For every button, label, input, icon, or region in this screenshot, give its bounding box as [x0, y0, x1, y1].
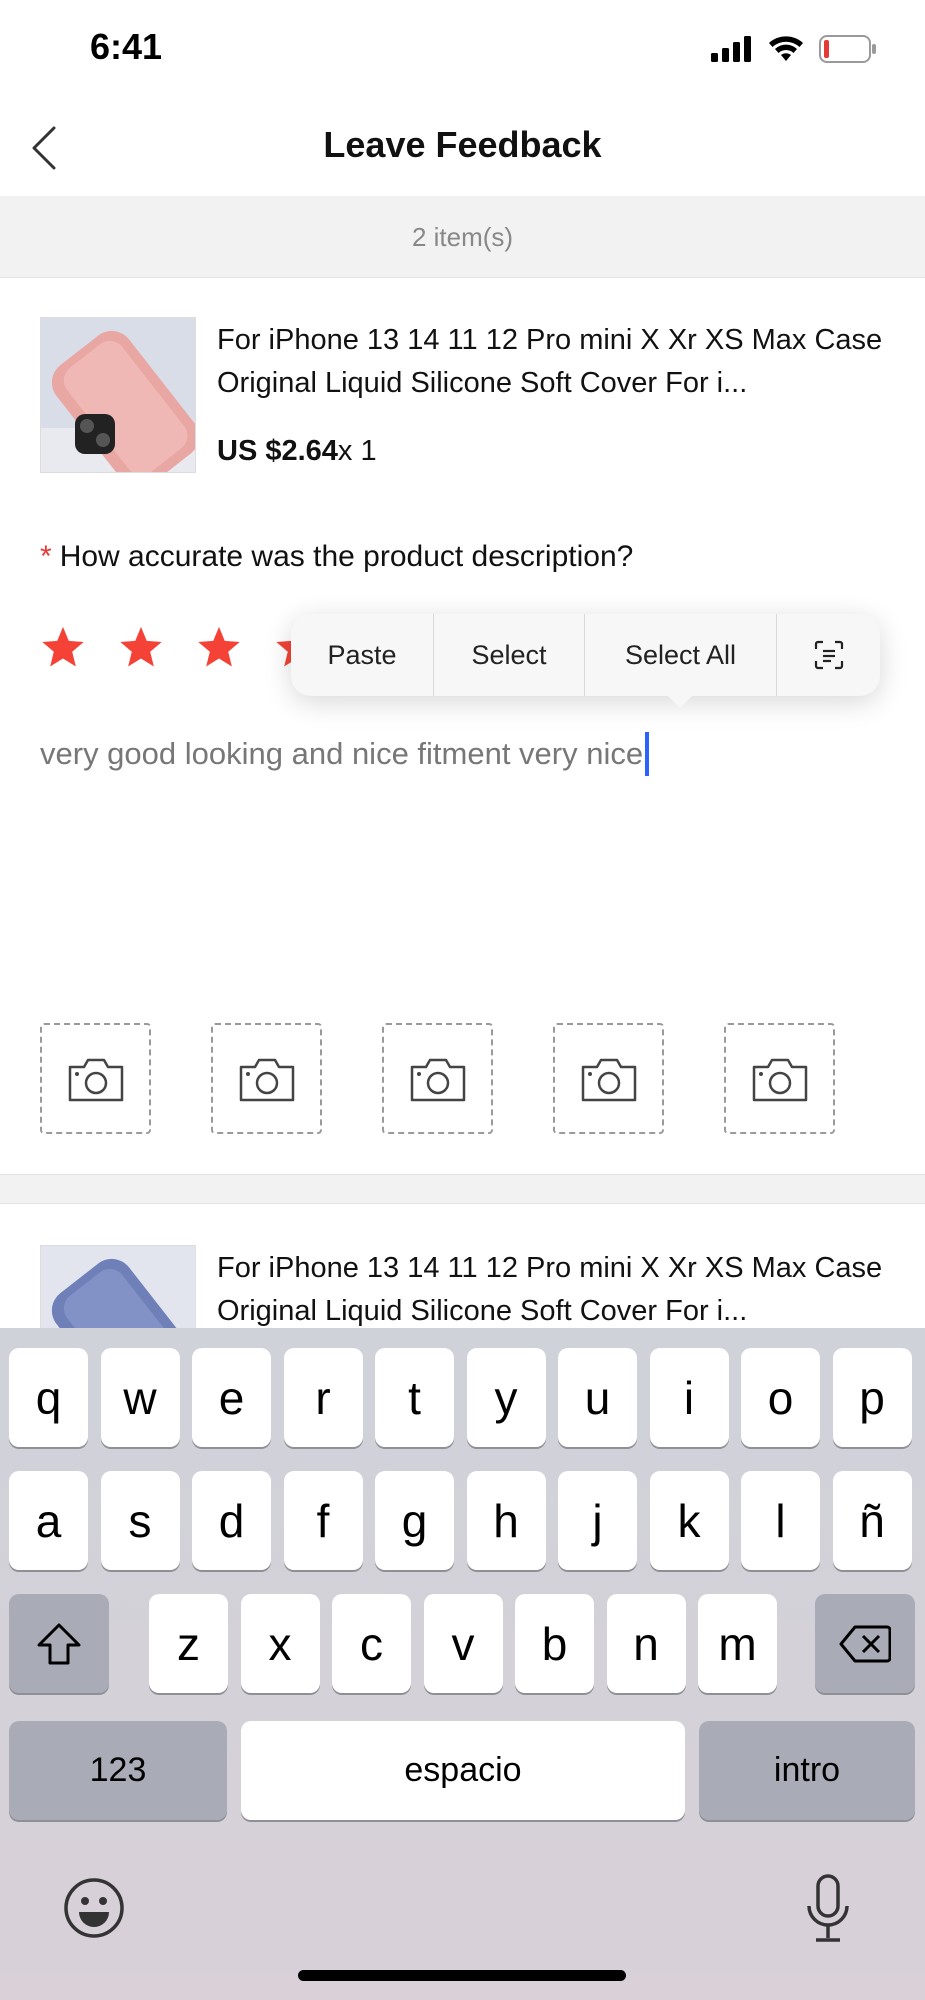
product-price: US $2.64: [217, 435, 338, 467]
context-menu-arrow: [666, 694, 694, 708]
key-v[interactable]: v: [423, 1594, 503, 1693]
add-photo-button[interactable]: [40, 1023, 151, 1134]
select-all-menu-item[interactable]: Select All: [585, 614, 777, 696]
key-n[interactable]: n: [606, 1594, 686, 1693]
key-ñ[interactable]: ñ: [832, 1471, 912, 1570]
text-context-menu: Paste Select Select All: [291, 614, 880, 696]
key-b[interactable]: b: [515, 1594, 594, 1693]
emoji-icon: [64, 1878, 124, 1938]
add-photo-button[interactable]: [211, 1023, 322, 1134]
review-input[interactable]: very good looking and nice fitment very …: [40, 732, 650, 776]
key-k[interactable]: k: [649, 1471, 729, 1570]
product-image: [40, 317, 196, 473]
product-item[interactable]: For iPhone 13 14 11 12 Pro mini X Xr XS …: [40, 317, 885, 477]
emoji-button[interactable]: [62, 1876, 126, 1940]
key-a[interactable]: a: [9, 1471, 88, 1570]
microphone-icon: [807, 1874, 849, 1942]
status-icons: [711, 34, 877, 64]
wifi-icon: [769, 36, 803, 61]
key-g[interactable]: g: [375, 1471, 454, 1570]
battery-icon: [819, 35, 876, 63]
navigation-bar: Leave Feedback: [0, 100, 925, 196]
question-text: How accurate was the product description…: [59, 540, 634, 573]
key-r[interactable]: r: [283, 1348, 363, 1447]
key-q[interactable]: q: [9, 1348, 88, 1447]
key-i[interactable]: i: [649, 1348, 729, 1447]
shift-arrow-icon: [37, 1623, 81, 1664]
home-indicator: [298, 1970, 626, 1981]
product-quantity: x 1: [337, 435, 377, 467]
product-price-line: US $2.64x 1: [217, 435, 377, 468]
return-key[interactable]: intro: [699, 1721, 915, 1820]
key-c[interactable]: c: [332, 1594, 411, 1693]
add-photo-button[interactable]: [382, 1023, 493, 1134]
status-bar: 6:41: [0, 0, 925, 100]
paste-menu-item[interactable]: Paste: [291, 614, 434, 696]
product-title: For iPhone 13 14 11 12 Pro mini X Xr XS …: [217, 1252, 883, 1327]
select-menu-item[interactable]: Select: [434, 614, 585, 696]
status-time: 6:41: [90, 26, 163, 67]
key-x[interactable]: x: [240, 1594, 320, 1693]
key-u[interactable]: u: [558, 1348, 637, 1447]
camera-icon: [581, 1058, 636, 1101]
scan-text-icon: [814, 640, 843, 670]
review-text-value: very good looking and nice fitment very …: [40, 736, 644, 771]
add-photo-button[interactable]: [724, 1023, 835, 1134]
key-o[interactable]: o: [741, 1348, 820, 1447]
numbers-key[interactable]: 123: [9, 1721, 227, 1820]
items-count-bar: 2 item(s): [0, 196, 925, 278]
key-t[interactable]: t: [375, 1348, 454, 1447]
camera-icon: [752, 1058, 807, 1101]
shift-key[interactable]: [9, 1594, 109, 1693]
key-w[interactable]: w: [100, 1348, 180, 1447]
section-divider: [0, 1174, 925, 1204]
star-icon[interactable]: [118, 624, 164, 670]
delete-backward-icon: [839, 1625, 891, 1662]
key-h[interactable]: h: [466, 1471, 546, 1570]
key-y[interactable]: y: [466, 1348, 546, 1447]
key-s[interactable]: s: [100, 1471, 180, 1570]
dictation-button[interactable]: [804, 1874, 852, 1944]
signal-icon: [711, 36, 751, 62]
star-icon[interactable]: [196, 624, 242, 670]
camera-icon: [239, 1058, 294, 1101]
key-e[interactable]: e: [192, 1348, 271, 1447]
star-icon[interactable]: [40, 624, 86, 670]
required-mark: *: [40, 540, 52, 573]
backspace-key[interactable]: [815, 1594, 915, 1693]
key-j[interactable]: j: [558, 1471, 637, 1570]
rating-question: * How accurate was the product descriptio…: [40, 540, 633, 574]
key-m[interactable]: m: [698, 1594, 777, 1693]
text-cursor: [645, 732, 650, 776]
key-z[interactable]: z: [149, 1594, 228, 1693]
items-count-label: 2 item(s): [411, 222, 514, 252]
star-rating[interactable]: [40, 624, 320, 670]
key-f[interactable]: f: [283, 1471, 363, 1570]
photo-upload-row: [40, 1023, 835, 1134]
key-p[interactable]: p: [832, 1348, 912, 1447]
product-title: For iPhone 13 14 11 12 Pro mini X Xr XS …: [217, 324, 883, 399]
camera-icon: [410, 1058, 465, 1101]
keyboard: 123 espacio intro qwertyuiop asdfghjklñ zx…: [0, 1328, 925, 2000]
key-l[interactable]: l: [741, 1471, 820, 1570]
key-d[interactable]: d: [192, 1471, 271, 1570]
camera-icon: [68, 1058, 123, 1101]
page-title: Leave Feedback: [323, 124, 602, 165]
scan-text-button[interactable]: [777, 614, 880, 696]
add-photo-button[interactable]: [553, 1023, 664, 1134]
space-key[interactable]: espacio: [241, 1721, 685, 1820]
